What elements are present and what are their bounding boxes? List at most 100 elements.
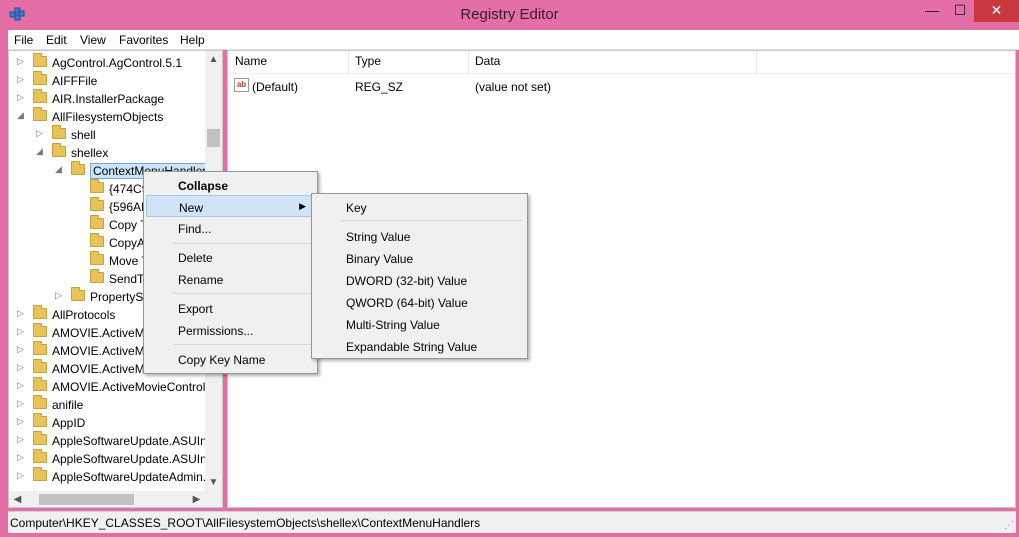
tree-item-label: AllFilesystemObjects — [52, 110, 164, 124]
title-bar: Registry Editor — ☐ ✕ — [0, 0, 1019, 30]
menu-separator — [174, 293, 314, 294]
folder-icon — [33, 395, 47, 409]
submenu-item-expandable-string-value[interactable]: Expandable String Value — [314, 335, 525, 357]
menu-item-permissions[interactable]: Permissions... — [146, 319, 315, 341]
tree-item-label: AppleSoftwareUpdate.ASUIns — [52, 452, 213, 466]
menu-item-label: Copy Key Name — [178, 353, 266, 367]
collapsed-arrow-icon[interactable]: ▷ — [17, 308, 27, 319]
minimize-button[interactable]: — — [918, 0, 946, 22]
collapsed-arrow-icon[interactable]: ▷ — [17, 452, 27, 463]
menu-file[interactable]: File — [14, 33, 33, 47]
submenu-item-binary-value[interactable]: Binary Value — [314, 247, 525, 269]
folder-icon — [71, 161, 85, 175]
collapsed-arrow-icon[interactable]: ▷ — [55, 290, 65, 301]
maximize-button[interactable]: ☐ — [946, 0, 974, 22]
collapsed-arrow-icon[interactable]: ▷ — [17, 344, 27, 355]
expanded-arrow-icon[interactable]: ◢ — [17, 110, 27, 121]
collapsed-arrow-icon[interactable]: ▷ — [17, 470, 27, 481]
submenu-item-string-value[interactable]: String Value — [314, 225, 525, 247]
tree-horizontal-scrollbar[interactable]: ◀ ▶ — [9, 491, 222, 507]
menu-item-delete[interactable]: Delete — [146, 246, 315, 268]
folder-icon — [33, 71, 47, 85]
folder-icon — [90, 197, 104, 211]
scroll-left-icon[interactable]: ◀ — [9, 491, 26, 507]
menu-help[interactable]: Help — [180, 33, 205, 47]
column-header-data[interactable]: Data — [475, 54, 500, 68]
close-button[interactable]: ✕ — [974, 0, 1019, 22]
menu-item-collapse[interactable]: Collapse — [146, 174, 315, 196]
menu-edit[interactable]: Edit — [46, 33, 67, 47]
menu-item-label: Multi-String Value — [346, 318, 440, 332]
folder-icon — [90, 179, 104, 193]
scroll-down-icon[interactable]: ▼ — [205, 474, 222, 491]
collapsed-arrow-icon[interactable]: ▷ — [36, 128, 46, 139]
resize-grip-icon[interactable]: ⋰ — [1004, 520, 1014, 531]
hscroll-thumb[interactable] — [39, 494, 134, 505]
collapsed-arrow-icon[interactable]: ▷ — [17, 326, 27, 337]
value-name: (Default) — [252, 80, 299, 94]
column-divider[interactable] — [348, 51, 349, 73]
collapsed-arrow-icon[interactable]: ▷ — [17, 398, 27, 409]
scroll-thumb[interactable] — [207, 129, 220, 147]
folder-icon — [33, 53, 47, 67]
folder-icon — [52, 125, 66, 139]
menu-view[interactable]: View — [80, 33, 106, 47]
folder-icon — [90, 251, 104, 265]
menu-item-label: Binary Value — [346, 252, 414, 266]
collapsed-arrow-icon[interactable]: ▷ — [17, 380, 27, 391]
menu-item-copy-key-name[interactable]: Copy Key Name — [146, 348, 315, 370]
menu-item-label: String Value — [346, 230, 411, 244]
value-type: REG_SZ — [355, 80, 404, 94]
collapsed-arrow-icon[interactable]: ▷ — [17, 434, 27, 445]
folder-icon — [33, 431, 47, 445]
tree-item-label: AppleSoftwareUpdate.ASUIns — [52, 434, 213, 448]
value-row[interactable]: ab (Default) REG_SZ (value not set) — [228, 77, 1015, 95]
menu-favorites[interactable]: Favorites — [119, 33, 168, 47]
menu-item-label: Key — [346, 201, 367, 215]
collapsed-arrow-icon[interactable]: ▷ — [17, 416, 27, 427]
menu-item-label: Expandable String Value — [346, 340, 478, 354]
string-value-icon: ab — [234, 78, 249, 92]
menu-item-label: Export — [178, 302, 213, 316]
value-data: (value not set) — [475, 80, 552, 94]
folder-icon — [33, 449, 47, 463]
tree-item-label: shellex — [71, 146, 109, 160]
context-menu: Collapse New ▶ Find... Delete Rename Exp… — [143, 171, 318, 374]
menu-item-find[interactable]: Find... — [146, 217, 315, 239]
scroll-right-icon[interactable]: ▶ — [188, 491, 205, 507]
folder-icon — [33, 377, 47, 391]
submenu-item-key[interactable]: Key — [314, 196, 525, 218]
folder-icon — [90, 215, 104, 229]
menu-separator — [174, 243, 314, 244]
expanded-arrow-icon[interactable]: ◢ — [36, 146, 46, 157]
menu-item-export[interactable]: Export — [146, 297, 315, 319]
menu-item-new[interactable]: New ▶ — [146, 195, 315, 217]
tree-item-label: AllProtocols — [52, 308, 116, 322]
menu-item-label: Collapse — [178, 179, 229, 193]
window-title: Registry Editor — [460, 6, 559, 23]
column-divider[interactable] — [756, 51, 757, 73]
submenu-arrow-icon: ▶ — [299, 201, 306, 211]
collapsed-arrow-icon[interactable]: ▷ — [17, 74, 27, 85]
tree-item-label: AMOVIE.ActiveMo — [52, 362, 152, 376]
tree-item-label: AMOVIE.ActiveMo — [52, 326, 152, 340]
menu-item-label: Permissions... — [178, 324, 254, 338]
submenu-item-dword-value[interactable]: DWORD (32-bit) Value — [314, 269, 525, 291]
tree-item-label: shell — [71, 128, 96, 142]
scroll-up-icon[interactable]: ▲ — [205, 51, 222, 68]
submenu-item-qword-value[interactable]: QWORD (64-bit) Value — [314, 291, 525, 313]
collapsed-arrow-icon[interactable]: ▷ — [17, 362, 27, 373]
collapsed-arrow-icon[interactable]: ▷ — [17, 92, 27, 103]
tree-item-label: AppleSoftwareUpdateAdmin. — [52, 470, 207, 484]
expanded-arrow-icon[interactable]: ◢ — [55, 164, 65, 175]
column-header-type[interactable]: Type — [355, 54, 381, 68]
header-divider — [228, 73, 1015, 74]
menu-item-rename[interactable]: Rename — [146, 268, 315, 290]
column-header-name[interactable]: Name — [235, 54, 267, 68]
tree-item-label: AgControl.AgControl.5.1 — [52, 56, 183, 70]
folder-icon — [33, 467, 47, 481]
submenu-item-multi-string-value[interactable]: Multi-String Value — [314, 313, 525, 335]
collapsed-arrow-icon[interactable]: ▷ — [17, 56, 27, 67]
column-divider[interactable] — [468, 51, 469, 73]
menu-item-label: Find... — [178, 222, 212, 236]
